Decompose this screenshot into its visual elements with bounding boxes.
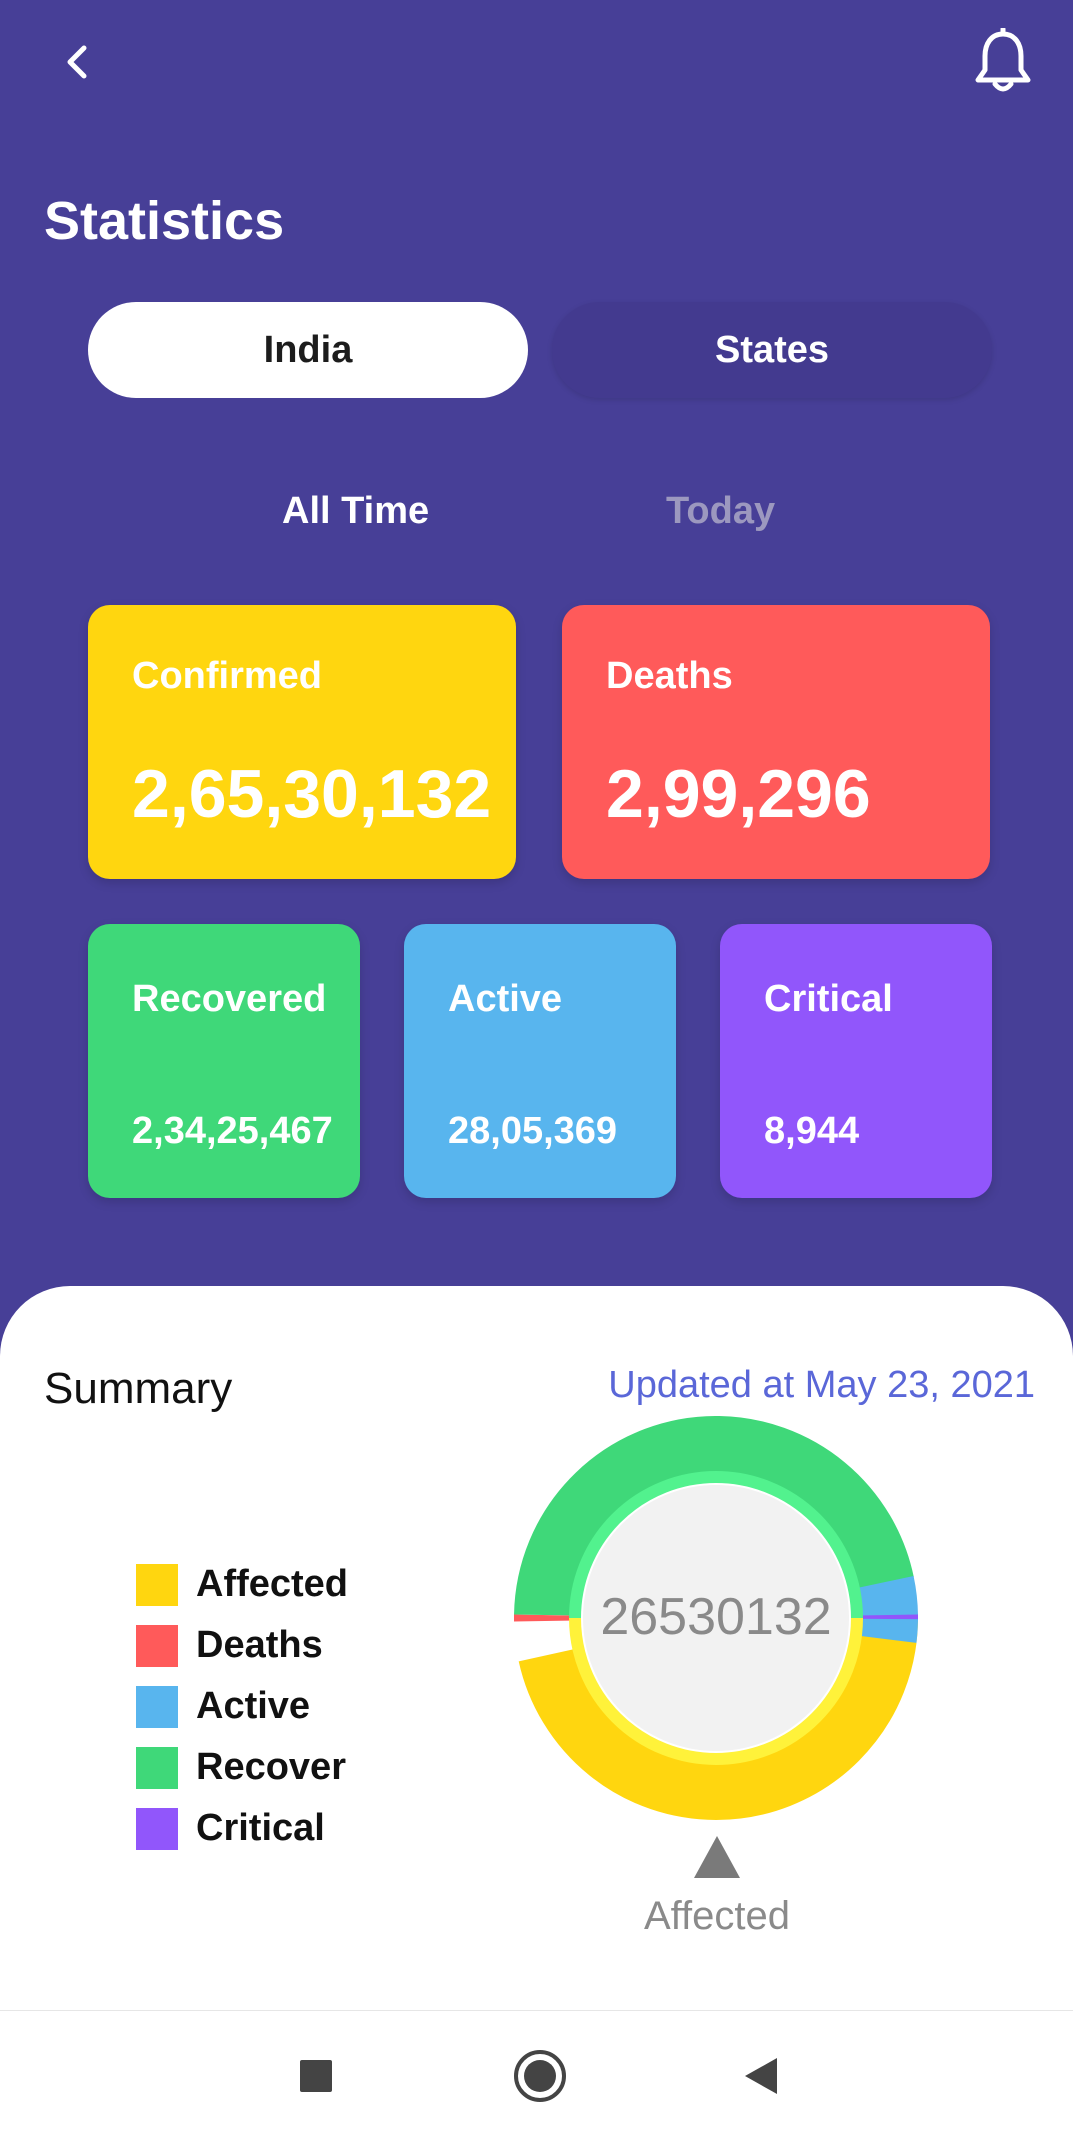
notification-button[interactable] — [966, 24, 1040, 100]
legend-item-deaths: Deaths — [136, 1615, 348, 1676]
home-circle-icon — [514, 2050, 566, 2102]
square-icon — [300, 2060, 332, 2092]
recovered-label: Recovered — [132, 978, 327, 1020]
tab-today[interactable]: Today — [666, 490, 775, 533]
legend-item-critical: Critical — [136, 1798, 348, 1859]
back-nav-button[interactable] — [726, 2041, 796, 2111]
back-button[interactable] — [48, 32, 108, 92]
page-title: Statistics — [44, 191, 285, 251]
legend-label-deaths: Deaths — [196, 1624, 323, 1666]
legend-item-active: Active — [136, 1676, 348, 1737]
recovered-card: Recovered 2,34,25,467 — [88, 924, 360, 1198]
legend-label-affected: Affected — [196, 1563, 349, 1605]
top-bar — [0, 0, 1073, 130]
legend-swatch-critical — [136, 1807, 178, 1850]
legend-label-critical: Critical — [196, 1807, 325, 1849]
summary-donut-chart[interactable]: 26530132 — [514, 1416, 918, 1820]
chevron-left-icon — [67, 45, 87, 79]
chart-legend: Affected Deaths Active Recover Critical — [136, 1554, 348, 1859]
summary-title: Summary — [44, 1364, 233, 1413]
donut-selected-label: Affected — [643, 1894, 791, 1938]
legend-label-recover: Recover — [196, 1746, 346, 1788]
legend-item-affected: Affected — [136, 1554, 348, 1615]
home-button[interactable] — [505, 2041, 575, 2111]
legend-label-active: Active — [196, 1685, 311, 1727]
triangle-back-icon — [745, 2058, 777, 2094]
active-value: 28,05,369 — [448, 1110, 618, 1152]
legend-swatch-active — [136, 1685, 178, 1728]
critical-label: Critical — [764, 978, 893, 1020]
confirmed-value: 2,65,30,132 — [132, 756, 492, 832]
legend-swatch-affected — [136, 1563, 178, 1606]
selected-slice-pointer — [694, 1836, 740, 1878]
bell-icon — [975, 28, 1031, 92]
legend-swatch-deaths — [136, 1624, 178, 1667]
tab-all-time[interactable]: All Time — [282, 490, 429, 533]
confirmed-card: Confirmed 2,65,30,132 — [88, 605, 516, 879]
critical-value: 8,944 — [764, 1110, 860, 1152]
deaths-label: Deaths — [606, 655, 733, 697]
active-label: Active — [448, 978, 563, 1020]
donut-center-value: 26530132 — [600, 1588, 831, 1646]
deaths-value: 2,99,296 — [606, 756, 871, 832]
legend-item-recover: Recover — [136, 1737, 348, 1798]
tab-states[interactable]: States — [552, 302, 992, 398]
tab-india[interactable]: India — [88, 302, 528, 398]
deaths-card: Deaths 2,99,296 — [562, 605, 990, 879]
system-nav-bar — [0, 2010, 1073, 2142]
updated-timestamp: Updated at May 23, 2021 — [608, 1364, 1035, 1406]
critical-card: Critical 8,944 — [720, 924, 992, 1198]
recovered-value: 2,34,25,467 — [132, 1110, 333, 1152]
active-card: Active 28,05,369 — [404, 924, 676, 1198]
recents-button[interactable] — [281, 2041, 351, 2111]
legend-swatch-recover — [136, 1746, 178, 1789]
confirmed-label: Confirmed — [132, 655, 322, 697]
